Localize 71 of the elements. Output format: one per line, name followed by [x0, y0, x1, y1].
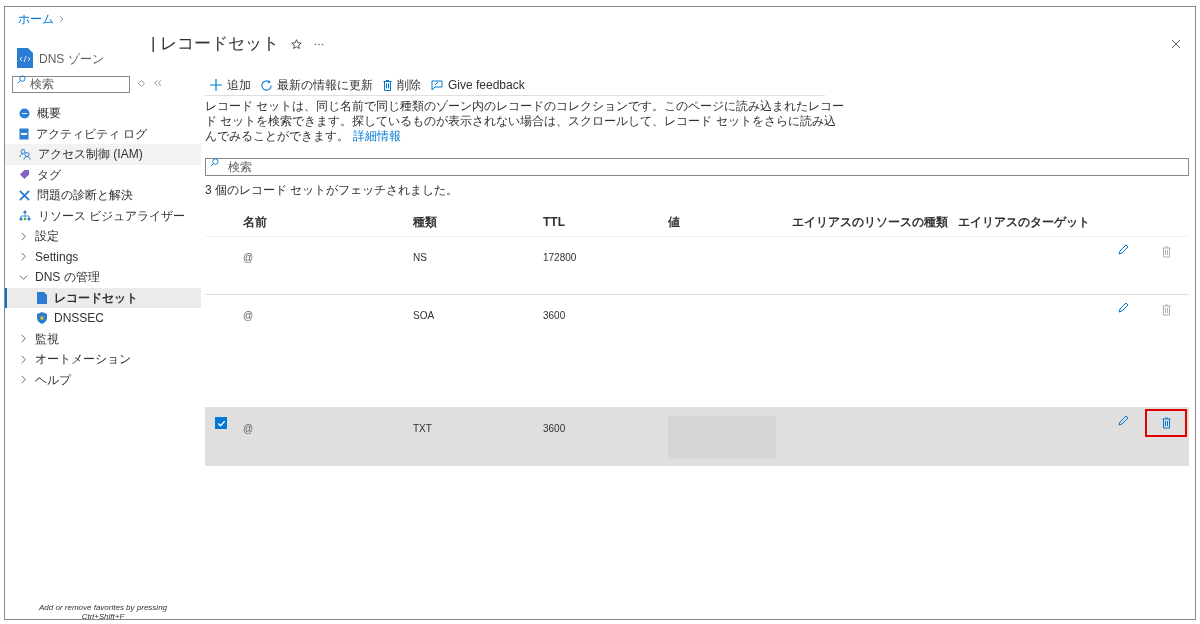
nav-group[interactable]: 設定 — [5, 226, 201, 247]
nav-item[interactable]: アクティビティ ログ — [5, 123, 201, 144]
nav-item[interactable]: 概要 — [5, 103, 201, 124]
chevron-right-icon — [19, 252, 28, 262]
column-header: エイリアスのリソースの種類 — [792, 214, 948, 229]
collapse-icon[interactable] — [153, 79, 162, 87]
column-header: 名前 — [243, 214, 267, 229]
favorites-hint: Add or remove favorites by pressing Ctrl+Shift+F — [37, 603, 169, 621]
nav-item[interactable]: 問題の診断と解決 — [5, 185, 201, 206]
chevron-right-icon — [19, 231, 28, 241]
table-cell: TXT — [413, 423, 432, 434]
document-icon — [19, 127, 29, 140]
edit-icon[interactable] — [1117, 415, 1129, 427]
nav-group[interactable]: 監視 — [5, 328, 201, 349]
plus-icon — [210, 79, 222, 91]
toolbar-button[interactable]: 追加 — [210, 76, 251, 94]
nav-group[interactable]: Settings — [5, 246, 201, 267]
nav-group[interactable]: DNS の管理 — [5, 267, 201, 288]
nav-item[interactable]: DNSSEC — [5, 308, 201, 329]
table-cell: 3600 — [543, 423, 566, 434]
edit-icon[interactable] — [1117, 302, 1129, 314]
nav-group[interactable]: オートメーション — [5, 349, 201, 370]
learn-more-link[interactable]: 詳細情報 — [353, 129, 401, 143]
page-title: | レコードセット — [151, 33, 280, 55]
breadcrumb-link[interactable]: ホーム — [18, 10, 54, 28]
table-cell: 3600 — [543, 310, 566, 321]
chevron-right-icon — [58, 15, 65, 23]
tag-icon — [19, 169, 30, 181]
table-cell: NS — [413, 252, 427, 263]
table-cell: @ — [243, 423, 254, 434]
result-count: 3 個のレコード セットがフェッチされました。 — [205, 182, 460, 199]
network-icon — [19, 209, 31, 222]
filter-field[interactable]: 検索 — [205, 158, 1189, 176]
row-checkbox[interactable] — [215, 417, 227, 429]
table-row[interactable]: @ TXT 3600 — [205, 408, 1189, 466]
chevron-down-icon — [19, 272, 28, 282]
search-field[interactable]: 検索 — [12, 75, 130, 93]
table-cell: SOA — [413, 310, 435, 321]
table-cell: 172800 — [543, 252, 577, 263]
people-icon — [19, 148, 31, 161]
refresh-icon — [261, 79, 272, 91]
trash-icon — [383, 79, 392, 91]
diamond-icon[interactable] — [138, 79, 145, 87]
nav-item[interactable]: レコードセット — [5, 287, 201, 308]
chevron-right-icon — [19, 375, 28, 385]
table-cell: @ — [243, 310, 254, 321]
nav-item[interactable]: リソース ビジュアライザー — [5, 205, 201, 226]
nav-item[interactable]: タグ — [5, 164, 201, 185]
edit-icon[interactable] — [1117, 244, 1129, 256]
toolbar-button[interactable]: 最新の情報に更新 — [261, 76, 373, 94]
more-icon[interactable] — [314, 43, 325, 46]
shield-icon — [37, 312, 47, 325]
toolbar-button[interactable]: Give feedback — [431, 76, 525, 94]
description-text: レコード セットは、同じ名前で同じ種類のゾーン内のレコードのコレクションです。このページに読み込まれたレコード セットを検索できます。探しているものが表示されない場合は、スクロールして、レコード セットをさらに読み込んでみることができます。 詳細情報 — [205, 99, 845, 144]
close-icon[interactable] — [1171, 39, 1181, 49]
search-icon — [210, 158, 219, 167]
column-header: 種類 — [413, 214, 437, 229]
document-icon — [37, 291, 47, 304]
column-header: TTL — [543, 214, 565, 229]
table-row[interactable]: @ NS 172800 — [205, 237, 1189, 295]
column-header: 値 — [668, 214, 680, 229]
search-icon — [17, 75, 26, 84]
dns-zone-icon — [17, 48, 33, 68]
nav-item[interactable]: アクセス制御 (IAM) — [5, 144, 201, 165]
nav-group[interactable]: ヘルプ — [5, 369, 201, 390]
resource-type: DNS ゾーン — [39, 51, 104, 68]
feedback-icon — [431, 79, 443, 91]
table-cell: @ — [243, 252, 254, 263]
column-header: エイリアスのターゲット — [958, 214, 1090, 229]
toolbar-button[interactable]: 削除 — [383, 76, 421, 94]
delete-icon[interactable] — [1145, 409, 1187, 437]
